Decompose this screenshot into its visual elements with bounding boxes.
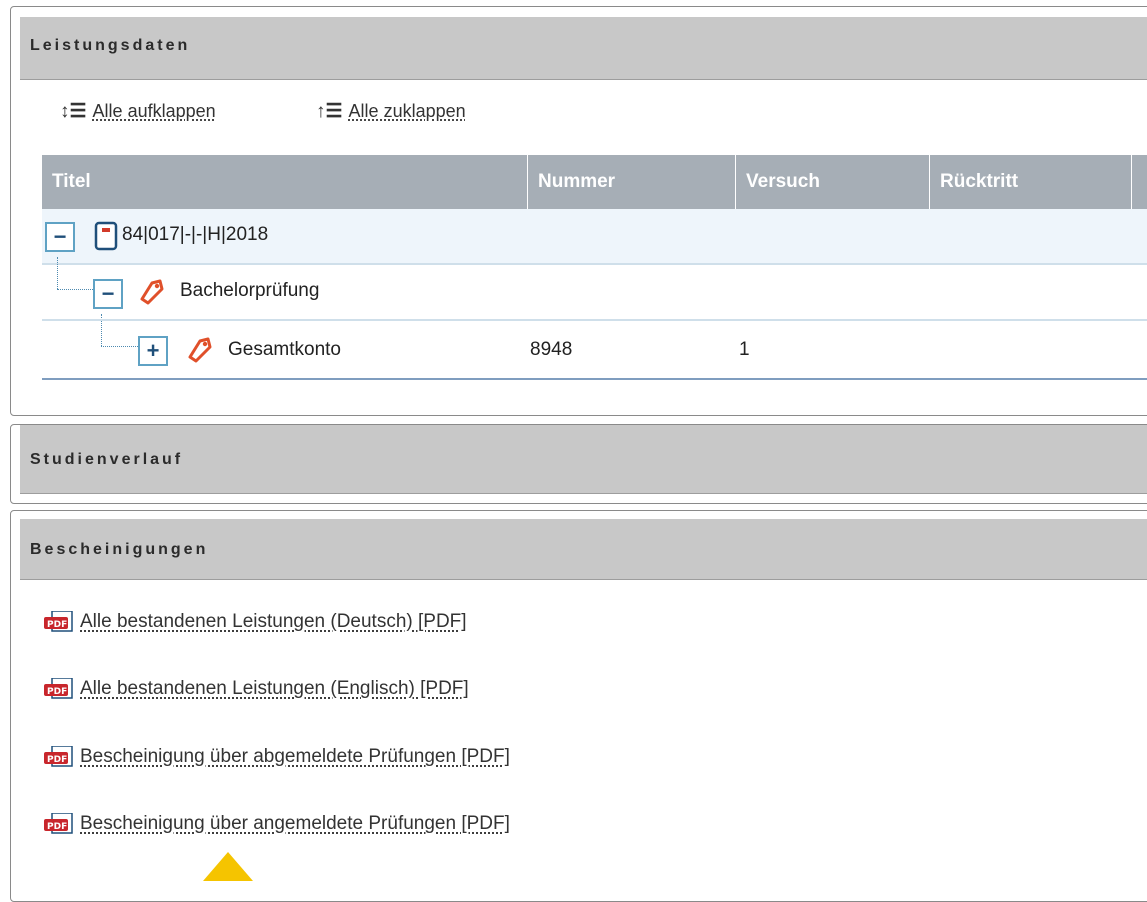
collapse-all-label: Alle zuklappen <box>348 101 466 121</box>
pdf-link-angemeldete[interactable]: PDF Bescheinigung über angemeldete Prüfu… <box>44 813 510 835</box>
collapse-toggle-button[interactable]: − <box>93 279 123 309</box>
studienverlauf-panel: Studienverlauf <box>10 424 1147 504</box>
row-nummer: 8948 <box>530 339 573 360</box>
expand-toggle-button[interactable]: + <box>138 336 168 366</box>
warning-triangle-icon <box>203 852 253 881</box>
bescheinigungen-panel: Bescheinigungen <box>10 510 1147 902</box>
table-row: − 84|017|-|-|H|2018 <box>42 209 1147 265</box>
leistungsdaten-title: Leistungsdaten <box>30 37 191 54</box>
collapse-all-link[interactable]: ↑☰ Alle zuklappen <box>316 100 466 123</box>
pdf-icon: PDF <box>44 813 73 834</box>
studienverlauf-header[interactable]: Studienverlauf <box>20 425 1147 494</box>
row-title[interactable]: Gesamtkonto <box>228 339 341 361</box>
column-header-nummer[interactable]: Nummer <box>528 155 736 209</box>
expand-all-link[interactable]: ↕☰ Alle aufklappen <box>60 100 216 123</box>
pdf-icon: PDF <box>44 611 73 632</box>
collapse-toggle-button[interactable]: − <box>45 222 75 252</box>
row-title[interactable]: 84|017|-|-|H|2018 <box>122 224 268 246</box>
document-icon <box>94 221 118 251</box>
pdf-icon: PDF <box>44 746 73 767</box>
pdf-link-label: Bescheinigung über angemeldete Prüfungen… <box>80 813 510 834</box>
svg-text:PDF: PDF <box>47 755 67 765</box>
pdf-link-label: Alle bestandenen Leistungen (Englisch) [… <box>80 678 469 699</box>
pdf-link-label: Bescheinigung über abgemeldete Prüfungen… <box>80 746 510 767</box>
pdf-link-abgemeldete[interactable]: PDF Bescheinigung über abgemeldete Prüfu… <box>44 746 510 768</box>
pdf-link-englisch[interactable]: PDF Alle bestandenen Leistungen (Englisc… <box>44 678 469 700</box>
row-versuch: 1 <box>739 339 750 360</box>
pdf-link-deutsch[interactable]: PDF Alle bestandenen Leistungen (Deutsch… <box>44 611 467 633</box>
studienverlauf-title: Studienverlauf <box>30 451 184 468</box>
expand-all-icon: ↕☰ <box>60 101 87 122</box>
bescheinigungen-title: Bescheinigungen <box>30 541 209 558</box>
table-header: Titel Nummer Versuch Rücktritt <box>42 155 1147 209</box>
column-header-versuch[interactable]: Versuch <box>736 155 930 209</box>
svg-text:PDF: PDF <box>47 620 67 630</box>
collapse-all-icon: ↑☰ <box>316 101 343 122</box>
pdf-icon: PDF <box>44 678 73 699</box>
column-header-titel[interactable]: Titel <box>42 155 528 209</box>
expand-all-label: Alle aufklappen <box>92 101 216 121</box>
pdf-link-label: Alle bestandenen Leistungen (Deutsch) [P… <box>80 611 467 632</box>
row-title[interactable]: Bachelorprüfung <box>180 280 319 302</box>
leistungsdaten-header[interactable]: Leistungsdaten <box>20 17 1147 80</box>
column-header-ruecktritt[interactable]: Rücktritt <box>930 155 1132 209</box>
svg-text:PDF: PDF <box>47 822 67 832</box>
table-row: − Bachelorprüfung <box>42 265 1147 321</box>
tag-icon <box>188 337 212 363</box>
table-row: + Gesamtkonto 8948 1 <box>42 321 1147 380</box>
bescheinigungen-header[interactable]: Bescheinigungen <box>20 519 1147 580</box>
svg-text:PDF: PDF <box>47 687 67 697</box>
column-header-more <box>1132 155 1147 209</box>
tag-icon <box>140 279 164 305</box>
